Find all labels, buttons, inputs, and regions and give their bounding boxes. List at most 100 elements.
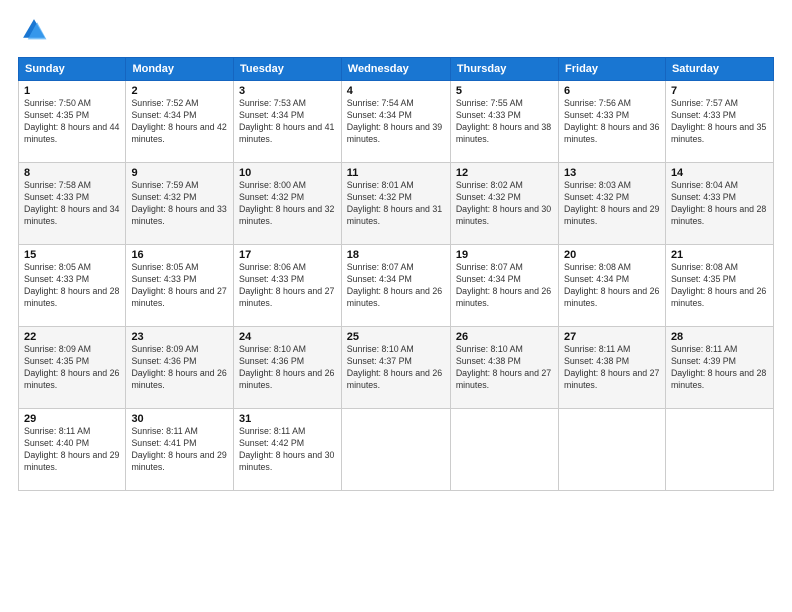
calendar-cell: 25 Sunrise: 8:10 AMSunset: 4:37 PMDaylig…	[341, 327, 450, 409]
calendar-cell: 13 Sunrise: 8:03 AMSunset: 4:32 PMDaylig…	[559, 163, 666, 245]
day-info: Sunrise: 8:00 AMSunset: 4:32 PMDaylight:…	[239, 180, 334, 226]
day-info: Sunrise: 8:11 AMSunset: 4:39 PMDaylight:…	[671, 344, 766, 390]
day-info: Sunrise: 8:11 AMSunset: 4:41 PMDaylight:…	[131, 426, 226, 472]
calendar-cell: 30 Sunrise: 8:11 AMSunset: 4:41 PMDaylig…	[126, 409, 234, 491]
day-number: 18	[347, 249, 445, 261]
day-info: Sunrise: 7:56 AMSunset: 4:33 PMDaylight:…	[564, 98, 659, 144]
day-number: 8	[24, 167, 120, 179]
calendar-cell: 26 Sunrise: 8:10 AMSunset: 4:38 PMDaylig…	[450, 327, 558, 409]
calendar-cell: 28 Sunrise: 8:11 AMSunset: 4:39 PMDaylig…	[665, 327, 773, 409]
day-number: 20	[564, 249, 660, 261]
day-info: Sunrise: 7:57 AMSunset: 4:33 PMDaylight:…	[671, 98, 766, 144]
day-info: Sunrise: 8:08 AMSunset: 4:35 PMDaylight:…	[671, 262, 766, 308]
day-number: 17	[239, 249, 336, 261]
calendar-cell: 11 Sunrise: 8:01 AMSunset: 4:32 PMDaylig…	[341, 163, 450, 245]
day-number: 28	[671, 331, 768, 343]
weekday-thursday: Thursday	[450, 58, 558, 81]
calendar-cell: 19 Sunrise: 8:07 AMSunset: 4:34 PMDaylig…	[450, 245, 558, 327]
calendar-cell: 10 Sunrise: 8:00 AMSunset: 4:32 PMDaylig…	[234, 163, 342, 245]
header	[18, 16, 774, 49]
day-number: 26	[456, 331, 553, 343]
calendar-cell: 8 Sunrise: 7:58 AMSunset: 4:33 PMDayligh…	[19, 163, 126, 245]
calendar-cell	[665, 409, 773, 491]
calendar-cell: 21 Sunrise: 8:08 AMSunset: 4:35 PMDaylig…	[665, 245, 773, 327]
day-number: 11	[347, 167, 445, 179]
calendar-cell: 7 Sunrise: 7:57 AMSunset: 4:33 PMDayligh…	[665, 81, 773, 163]
calendar-cell: 31 Sunrise: 8:11 AMSunset: 4:42 PMDaylig…	[234, 409, 342, 491]
day-number: 4	[347, 85, 445, 97]
calendar-cell: 9 Sunrise: 7:59 AMSunset: 4:32 PMDayligh…	[126, 163, 234, 245]
logo	[18, 16, 50, 49]
day-number: 30	[131, 413, 228, 425]
calendar-week-3: 15 Sunrise: 8:05 AMSunset: 4:33 PMDaylig…	[19, 245, 774, 327]
weekday-friday: Friday	[559, 58, 666, 81]
day-info: Sunrise: 8:11 AMSunset: 4:40 PMDaylight:…	[24, 426, 119, 472]
day-number: 3	[239, 85, 336, 97]
calendar-cell: 24 Sunrise: 8:10 AMSunset: 4:36 PMDaylig…	[234, 327, 342, 409]
calendar-week-2: 8 Sunrise: 7:58 AMSunset: 4:33 PMDayligh…	[19, 163, 774, 245]
day-info: Sunrise: 8:11 AMSunset: 4:38 PMDaylight:…	[564, 344, 659, 390]
day-number: 12	[456, 167, 553, 179]
day-number: 16	[131, 249, 228, 261]
day-number: 6	[564, 85, 660, 97]
day-info: Sunrise: 8:10 AMSunset: 4:36 PMDaylight:…	[239, 344, 334, 390]
calendar-week-5: 29 Sunrise: 8:11 AMSunset: 4:40 PMDaylig…	[19, 409, 774, 491]
day-info: Sunrise: 8:09 AMSunset: 4:35 PMDaylight:…	[24, 344, 119, 390]
calendar-cell: 23 Sunrise: 8:09 AMSunset: 4:36 PMDaylig…	[126, 327, 234, 409]
calendar-cell: 17 Sunrise: 8:06 AMSunset: 4:33 PMDaylig…	[234, 245, 342, 327]
calendar-cell: 18 Sunrise: 8:07 AMSunset: 4:34 PMDaylig…	[341, 245, 450, 327]
calendar-cell	[341, 409, 450, 491]
calendar-cell: 29 Sunrise: 8:11 AMSunset: 4:40 PMDaylig…	[19, 409, 126, 491]
day-info: Sunrise: 8:05 AMSunset: 4:33 PMDaylight:…	[131, 262, 226, 308]
day-info: Sunrise: 7:55 AMSunset: 4:33 PMDaylight:…	[456, 98, 551, 144]
day-number: 29	[24, 413, 120, 425]
day-info: Sunrise: 8:03 AMSunset: 4:32 PMDaylight:…	[564, 180, 659, 226]
day-number: 31	[239, 413, 336, 425]
day-info: Sunrise: 8:02 AMSunset: 4:32 PMDaylight:…	[456, 180, 551, 226]
calendar-table: SundayMondayTuesdayWednesdayThursdayFrid…	[18, 57, 774, 491]
calendar-cell: 20 Sunrise: 8:08 AMSunset: 4:34 PMDaylig…	[559, 245, 666, 327]
day-number: 7	[671, 85, 768, 97]
day-number: 1	[24, 85, 120, 97]
calendar-cell: 14 Sunrise: 8:04 AMSunset: 4:33 PMDaylig…	[665, 163, 773, 245]
calendar-cell: 16 Sunrise: 8:05 AMSunset: 4:33 PMDaylig…	[126, 245, 234, 327]
day-info: Sunrise: 7:58 AMSunset: 4:33 PMDaylight:…	[24, 180, 119, 226]
day-info: Sunrise: 7:50 AMSunset: 4:35 PMDaylight:…	[24, 98, 119, 144]
calendar-cell: 15 Sunrise: 8:05 AMSunset: 4:33 PMDaylig…	[19, 245, 126, 327]
day-number: 24	[239, 331, 336, 343]
calendar-cell	[450, 409, 558, 491]
calendar-cell: 1 Sunrise: 7:50 AMSunset: 4:35 PMDayligh…	[19, 81, 126, 163]
calendar-cell: 27 Sunrise: 8:11 AMSunset: 4:38 PMDaylig…	[559, 327, 666, 409]
weekday-wednesday: Wednesday	[341, 58, 450, 81]
day-number: 19	[456, 249, 553, 261]
calendar-week-4: 22 Sunrise: 8:09 AMSunset: 4:35 PMDaylig…	[19, 327, 774, 409]
day-info: Sunrise: 8:05 AMSunset: 4:33 PMDaylight:…	[24, 262, 119, 308]
day-info: Sunrise: 8:07 AMSunset: 4:34 PMDaylight:…	[347, 262, 442, 308]
day-number: 21	[671, 249, 768, 261]
day-number: 5	[456, 85, 553, 97]
weekday-sunday: Sunday	[19, 58, 126, 81]
day-number: 2	[131, 85, 228, 97]
calendar-cell: 6 Sunrise: 7:56 AMSunset: 4:33 PMDayligh…	[559, 81, 666, 163]
day-info: Sunrise: 8:08 AMSunset: 4:34 PMDaylight:…	[564, 262, 659, 308]
day-number: 13	[564, 167, 660, 179]
day-info: Sunrise: 8:09 AMSunset: 4:36 PMDaylight:…	[131, 344, 226, 390]
day-number: 22	[24, 331, 120, 343]
day-info: Sunrise: 8:04 AMSunset: 4:33 PMDaylight:…	[671, 180, 766, 226]
calendar-week-1: 1 Sunrise: 7:50 AMSunset: 4:35 PMDayligh…	[19, 81, 774, 163]
day-number: 15	[24, 249, 120, 261]
day-info: Sunrise: 8:10 AMSunset: 4:38 PMDaylight:…	[456, 344, 551, 390]
day-info: Sunrise: 8:10 AMSunset: 4:37 PMDaylight:…	[347, 344, 442, 390]
calendar-cell: 12 Sunrise: 8:02 AMSunset: 4:32 PMDaylig…	[450, 163, 558, 245]
calendar-cell: 22 Sunrise: 8:09 AMSunset: 4:35 PMDaylig…	[19, 327, 126, 409]
day-number: 10	[239, 167, 336, 179]
day-info: Sunrise: 8:06 AMSunset: 4:33 PMDaylight:…	[239, 262, 334, 308]
day-info: Sunrise: 7:53 AMSunset: 4:34 PMDaylight:…	[239, 98, 334, 144]
weekday-monday: Monday	[126, 58, 234, 81]
day-info: Sunrise: 8:11 AMSunset: 4:42 PMDaylight:…	[239, 426, 334, 472]
day-number: 23	[131, 331, 228, 343]
weekday-saturday: Saturday	[665, 58, 773, 81]
day-number: 27	[564, 331, 660, 343]
calendar-cell	[559, 409, 666, 491]
page: SundayMondayTuesdayWednesdayThursdayFrid…	[0, 0, 792, 612]
